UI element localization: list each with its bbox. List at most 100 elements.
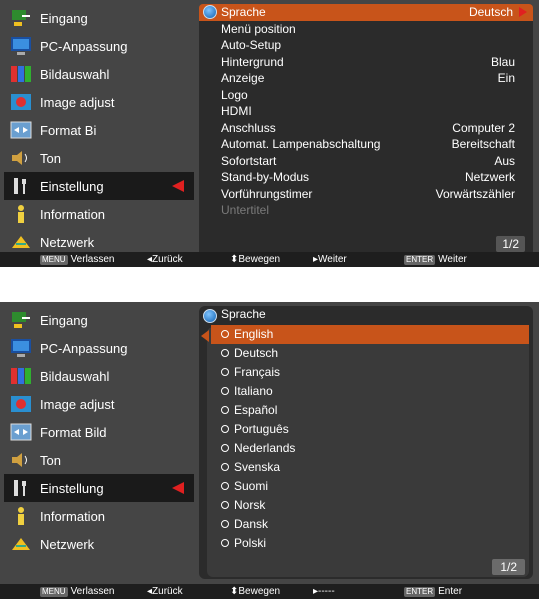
- page-indicator: 1/2: [496, 236, 525, 252]
- language-option-svenska[interactable]: Svenska: [211, 458, 529, 477]
- image-adjust-icon: [10, 394, 32, 414]
- sidebar-item-ton[interactable]: Ton: [4, 144, 194, 172]
- language-option-norsk[interactable]: Norsk: [211, 496, 529, 515]
- menu-item-vorf-hrungstimer[interactable]: Vorführungstimer Vorwärtszähler: [199, 186, 533, 203]
- menu-item-label: Hintergrund: [221, 54, 284, 69]
- sidebar-item-label: Einstellung: [40, 178, 104, 194]
- language-option-polski[interactable]: Polski: [211, 534, 529, 553]
- menu-item-label: Menü position: [221, 21, 296, 36]
- key-guide-bar: MENU Verlassen ◂Zurück ⬍Bewegen ▸Weiter E…: [0, 252, 539, 267]
- move-hint: ⬍Bewegen: [230, 254, 281, 265]
- menu-item-stand-by-modus[interactable]: Stand-by-Modus Netzwerk: [199, 169, 533, 186]
- sidebar-item-information[interactable]: Information: [4, 502, 194, 530]
- sidebar-item-label: Information: [40, 206, 106, 222]
- menu-item-value: Aus: [494, 153, 515, 168]
- sidebar-item-ton[interactable]: Ton: [4, 446, 194, 474]
- menu-item-logo[interactable]: Logo: [199, 87, 533, 104]
- menu-item-anzeige[interactable]: Anzeige Ein: [199, 70, 533, 87]
- setting-icon: [10, 478, 32, 498]
- radio-icon: [221, 538, 229, 547]
- menu-item-value: Computer 2: [452, 120, 515, 135]
- sidebar-item-format-bi[interactable]: Format Bi: [4, 116, 194, 144]
- language-option-portugues[interactable]: Português: [211, 420, 529, 439]
- language-label: Suomi: [234, 479, 269, 493]
- radio-icon: [221, 329, 229, 338]
- menu-item-label: Auto-Setup: [221, 38, 282, 52]
- sidebar-item-label: Format Bi: [40, 122, 97, 138]
- sidebar-item-format-bild[interactable]: Format Bild: [4, 418, 194, 446]
- sidebar-item-image-adjust[interactable]: Image adjust: [4, 390, 194, 418]
- sidebar-item-einstellung[interactable]: Einstellung: [4, 172, 194, 200]
- menu-item-value: Vorwärtszähler: [435, 186, 515, 201]
- sidebar-item-pc-anpassung[interactable]: PC-Anpassung: [4, 32, 194, 60]
- image-select-icon: [10, 366, 32, 386]
- selection-arrow-icon: [172, 180, 184, 192]
- enter-hint: ENTER Enter: [404, 586, 463, 597]
- menu-item-value: Blau: [490, 54, 515, 69]
- language-label: English: [234, 327, 274, 341]
- information-icon: [10, 506, 32, 526]
- sidebar-item-label: Ton: [40, 452, 61, 468]
- menu-item-anschluss[interactable]: Anschluss Computer 2: [199, 120, 533, 137]
- enter-key-icon: ENTER: [404, 587, 436, 597]
- sidebar-item-label: Netzwerk: [40, 536, 95, 552]
- page-indicator: 1/2: [492, 559, 525, 575]
- menu-item-label: Automat. Lampenabschaltung: [221, 137, 381, 151]
- menu-item-sofortstart[interactable]: Sofortstart Aus: [199, 153, 533, 170]
- back-hint: ◂Zurück: [147, 254, 183, 265]
- menu-item-automat-lampenabschaltung[interactable]: Automat. Lampenabschaltung Bereitschaft: [199, 136, 533, 153]
- input-icon: [10, 8, 32, 28]
- radio-icon: [221, 443, 229, 452]
- language-option-deutsch[interactable]: Deutsch: [211, 344, 529, 363]
- sidebar-item-pc-anpassung[interactable]: PC-Anpassung: [4, 334, 194, 362]
- sidebar-item-label: Image adjust: [40, 396, 115, 412]
- language-label: Português: [234, 422, 289, 436]
- menu-item-untertitel: Untertitel: [199, 202, 533, 219]
- menu-item-auto-setup[interactable]: Auto-Setup: [199, 37, 533, 54]
- sidebar-item-bildauswahl[interactable]: Bildauswahl: [4, 60, 194, 88]
- menu-item-men-position[interactable]: Menü position: [199, 21, 533, 38]
- sound-icon: [10, 148, 32, 168]
- exit-hint: MENU Verlassen: [40, 586, 115, 597]
- radio-icon: [221, 386, 229, 395]
- menu-item-sprache[interactable]: Sprache Deutsch: [199, 4, 533, 21]
- menu-item-label: Sofortstart: [221, 153, 277, 168]
- radio-icon: [221, 348, 229, 357]
- screen-format-icon: [10, 120, 32, 140]
- enter-hint: ENTER Weiter: [404, 254, 467, 265]
- language-option-english[interactable]: English: [211, 325, 529, 344]
- sidebar-item-information[interactable]: Information: [4, 200, 194, 228]
- radio-icon: [221, 405, 229, 414]
- sidebar-item-image-adjust[interactable]: Image adjust: [4, 88, 194, 116]
- language-label: Deutsch: [234, 346, 279, 360]
- menu-item-hdmi[interactable]: HDMI: [199, 103, 533, 120]
- language-label: Italiano: [234, 384, 273, 398]
- language-option-espanol[interactable]: Español: [211, 401, 529, 420]
- language-option-italiano[interactable]: Italiano: [211, 382, 529, 401]
- language-option-nederlands[interactable]: Nederlands: [211, 439, 529, 458]
- menu-item-value: Bereitschaft: [451, 137, 515, 151]
- language-option-dansk[interactable]: Dansk: [211, 515, 529, 534]
- radio-icon: [221, 519, 229, 528]
- input-icon: [10, 310, 32, 330]
- enter-key-icon: ENTER: [404, 255, 436, 265]
- image-select-icon: [10, 64, 32, 84]
- sidebar-item-bildauswahl[interactable]: Bildauswahl: [4, 362, 194, 390]
- menu-item-hintergrund[interactable]: Hintergrund Blau: [199, 54, 533, 71]
- move-hint: ⬍Bewegen: [230, 586, 281, 597]
- radio-icon: [221, 462, 229, 471]
- menu-key-icon: MENU: [40, 587, 68, 597]
- sidebar-item-einstellung[interactable]: Einstellung: [4, 474, 194, 502]
- language-option-francais[interactable]: Français: [211, 363, 529, 382]
- language-option-suomi[interactable]: Suomi: [211, 477, 529, 496]
- language-label: Français: [234, 365, 281, 379]
- sidebar-item-netzwerk[interactable]: Netzwerk: [4, 530, 194, 558]
- menu-key-icon: MENU: [40, 255, 68, 265]
- next-hint: ▸-----: [313, 586, 335, 597]
- exit-hint: MENU Verlassen: [40, 254, 115, 265]
- back-hint: ◂Zurück: [147, 586, 183, 597]
- next-hint: ▸Weiter: [313, 254, 347, 265]
- sidebar-item-eingang[interactable]: Eingang: [4, 306, 194, 334]
- menu-item-label: Stand-by-Modus: [221, 170, 310, 184]
- sidebar-item-eingang[interactable]: Eingang: [4, 4, 194, 32]
